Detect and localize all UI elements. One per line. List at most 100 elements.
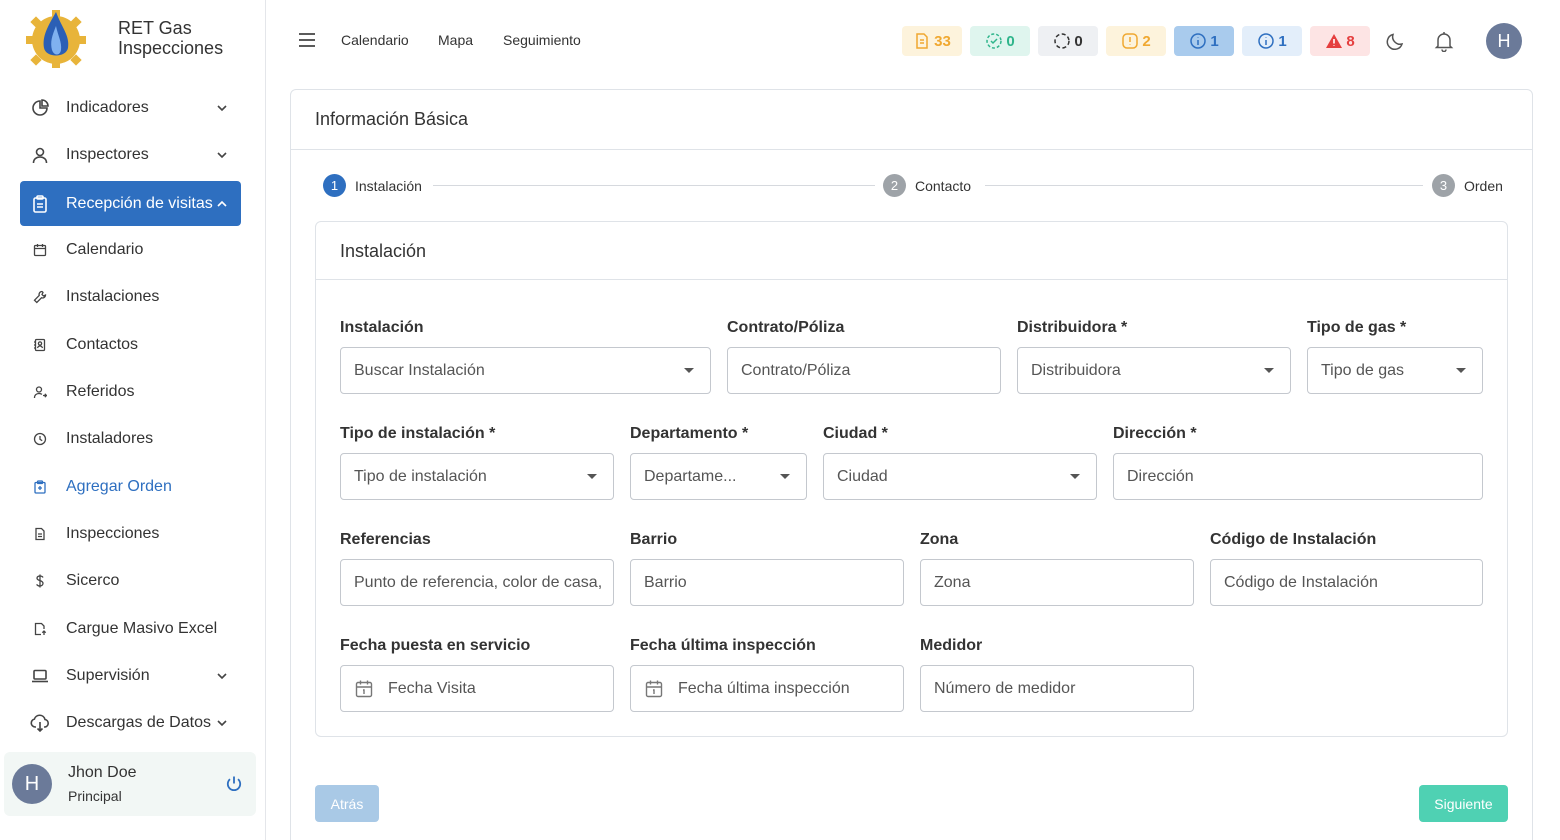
sidebar-item-inspectores[interactable]: Inspectores [20,133,241,177]
badge-documents[interactable]: 33 [902,26,962,56]
calendar-icon [355,680,373,697]
notifications-button[interactable] [1433,30,1455,52]
app-name: RET Gas Inspecciones [118,18,223,58]
sidebar-item-label: Inspectores [66,146,149,163]
stepper: 1 Instalación 2 Contacto 3 Orden [323,174,1503,198]
tipo-instalacion-select[interactable]: Tipo de instalación [340,453,614,500]
step-number: 2 [883,174,906,197]
tipo-instalacion-placeholder: Tipo de instalación [354,467,487,485]
step-number: 1 [323,174,346,197]
departamento-select[interactable]: Departame... [630,453,807,500]
sidebar-item-label: Indicadores [66,99,149,116]
caret-down-icon [1264,368,1274,373]
page-title: Información Básica [315,109,469,129]
badge-alerts[interactable]: 8 [1310,26,1370,56]
clipboard-add-icon [32,479,48,495]
step-connector [433,185,875,186]
sidebar-item-label: Referidos [66,383,135,400]
sidebar-item-cargue-masivo-excel[interactable]: Cargue Masivo Excel [20,607,241,651]
departamento-placeholder: Departame... [644,467,737,485]
tipo-gas-select[interactable]: Tipo de gas [1307,347,1483,394]
logout-button[interactable] [224,774,244,794]
calendar-icon [32,242,48,258]
fecha-servicio-datepicker[interactable]: Fecha Visita [340,665,614,712]
badge-completed[interactable]: 0 [970,26,1030,56]
zona-input[interactable]: Zona [920,559,1194,606]
dark-mode-toggle[interactable] [1385,30,1407,52]
chevron-up-icon [217,200,227,207]
instalacion-select[interactable]: Buscar Instalación [340,347,711,394]
codigo-instalacion-input[interactable]: Código de Instalación [1210,559,1483,606]
clipboard-icon [30,194,50,214]
toplink-mapa[interactable]: Mapa [438,32,473,48]
app-name-line1: RET Gas [118,18,192,38]
sidebar-item-instalaciones[interactable]: Instalaciones [20,275,241,319]
sidebar-item-label: Sicerco [66,572,120,589]
ciudad-select[interactable]: Ciudad [823,453,1097,500]
sidebar-item-contactos[interactable]: Contactos [20,323,241,367]
badge-info-primary[interactable]: 1 [1174,26,1234,56]
tipo-gas-placeholder: Tipo de gas [1321,361,1405,379]
sidebar-item-descargas-datos[interactable]: Descargas de Datos [20,701,241,745]
pie-chart-icon [30,98,50,118]
referencias-label: Referencias [340,531,431,548]
toplink-calendario[interactable]: Calendario [341,32,409,48]
caret-down-icon [587,474,597,479]
distribuidora-select[interactable]: Distribuidora [1017,347,1291,394]
app-name-line2: Inspecciones [118,38,224,58]
codigo-instalacion-label: Código de Instalación [1210,531,1377,548]
step-label: Instalación [355,177,422,194]
direccion-input[interactable]: Dirección [1113,453,1483,500]
medidor-input[interactable]: Número de medidor [920,665,1194,712]
caret-down-icon [1070,474,1080,479]
next-button[interactable]: Siguiente [1419,785,1508,822]
avatar[interactable]: H [1486,23,1522,59]
instalacion-placeholder: Buscar Instalación [354,361,485,379]
sidebar-item-supervision[interactable]: Supervisión [20,654,241,698]
badge-pending[interactable]: 0 [1038,26,1098,56]
brand[interactable]: RET Gas Inspecciones [18,6,223,70]
menu-toggle-button[interactable] [298,32,316,48]
step-instalacion[interactable]: 1 Instalación [323,174,422,197]
fecha-inspeccion-placeholder: Fecha última inspección [678,679,850,697]
ciudad-label: Ciudad * [823,425,888,442]
laptop-icon [30,666,50,686]
avatar[interactable]: H [12,764,52,804]
sidebar-item-calendario[interactable]: Calendario [20,228,241,272]
caret-down-icon [1456,368,1466,373]
chevron-down-icon [217,673,227,680]
hamburger-icon [299,33,315,47]
sidebar-item-agregar-orden[interactable]: Agregar Orden [20,465,241,509]
cloud-download-icon [30,713,50,733]
sidebar-item-indicadores[interactable]: Indicadores [20,86,241,130]
departamento-label: Departamento * [630,425,749,442]
sidebar-item-label: Calendario [66,241,144,258]
sidebar-item-label: Inspecciones [66,525,160,542]
step-label: Orden [1464,177,1503,194]
step-orden[interactable]: 3 Orden [1432,174,1503,197]
sidebar-item-inspecciones[interactable]: Inspecciones [20,512,241,556]
step-contacto[interactable]: 2 Contacto [883,174,971,197]
referencias-input[interactable]: Punto de referencia, color de casa, [340,559,614,606]
chevron-down-icon [217,152,227,159]
badge-count: 1 [1210,32,1219,50]
warning-circle-icon [1122,33,1139,49]
toplink-seguimiento[interactable]: Seguimiento [503,32,581,48]
contrato-placeholder: Contrato/Póliza [741,361,851,379]
barrio-input[interactable]: Barrio [630,559,904,606]
back-button[interactable]: Atrás [315,785,379,822]
sidebar-item-sicerco[interactable]: Sicerco [20,559,241,603]
badge-count: 2 [1142,32,1151,50]
badge-info-secondary[interactable]: 1 [1242,26,1302,56]
contrato-input[interactable]: Contrato/Póliza [727,347,1001,394]
sidebar-item-referidos[interactable]: Referidos [20,370,241,414]
user-card: H Jhon Doe Principal [4,752,256,816]
sidebar-item-instaladores[interactable]: Instaladores [20,417,241,461]
badge-warnings[interactable]: 2 [1106,26,1166,56]
loading-circle-icon [1054,33,1071,49]
sidebar-item-recepcion-visitas[interactable]: Recepción de visitas [20,181,241,226]
ret-gas-logo [18,6,94,70]
zona-label: Zona [920,531,959,548]
caret-down-icon [780,474,790,479]
fecha-inspeccion-datepicker[interactable]: Fecha última inspección [630,665,904,712]
